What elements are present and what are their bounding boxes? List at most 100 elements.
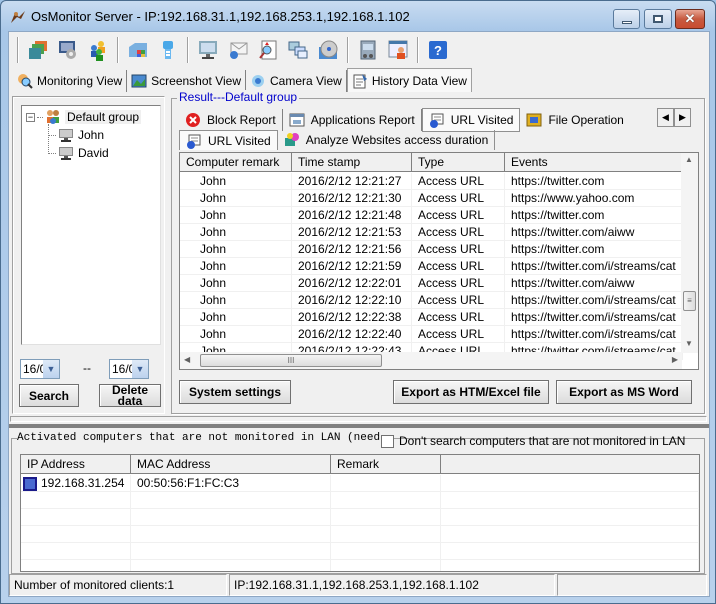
column-header-mac-address[interactable]: MAC Address	[131, 455, 331, 474]
table-row[interactable]	[21, 509, 699, 526]
date-from-picker[interactable]: 16/02 ▼	[20, 359, 60, 379]
tab-label: Analyze Websites access duration	[305, 133, 489, 147]
chevron-down-icon[interactable]: ▼	[132, 360, 148, 378]
windows-icon[interactable]	[25, 37, 51, 63]
export-htm-excel-button[interactable]: Export as HTM/Excel file	[393, 380, 549, 404]
table-row[interactable]	[21, 543, 699, 560]
column-header-type[interactable]: Type	[412, 153, 505, 172]
tab-history-data-view[interactable]: History Data View	[346, 68, 472, 92]
horizontal-scrollbar[interactable]: ◀ III ▶	[180, 352, 682, 369]
arrow-left-icon: ◀	[662, 112, 669, 122]
maximize-button[interactable]	[644, 9, 672, 29]
tab-applications-report[interactable]: Applications Report	[283, 109, 422, 131]
scroll-left-icon[interactable]: ◀	[184, 355, 190, 364]
table-row[interactable]: John 2016/2/12 12:21:30 Access URL https://…	[180, 190, 683, 207]
system-settings-button[interactable]: System settings	[179, 380, 291, 404]
tab-label: Applications Report	[310, 113, 415, 127]
table-cell: John	[180, 190, 292, 207]
table-row[interactable]: John 2016/2/12 12:22:01 Access URL https://…	[180, 275, 683, 292]
table-cell: John	[180, 207, 292, 224]
tab-monitoring-view[interactable]: Monitoring View	[13, 70, 128, 92]
scroll-right-icon[interactable]: ▶	[672, 355, 678, 364]
group-tree[interactable]: − Default group John David	[21, 105, 161, 345]
table-row[interactable]: John 2016/2/12 12:21:48 Access URL https://…	[180, 207, 683, 224]
column-header-time-stamp[interactable]: Time stamp	[292, 153, 412, 172]
tree-node-john[interactable]: John	[48, 126, 104, 144]
monitor-icon[interactable]	[195, 37, 221, 63]
table-row[interactable]: John 2016/2/12 12:22:10 Access URL https://…	[180, 292, 683, 309]
minimize-button[interactable]	[613, 9, 640, 29]
tree-node-default-group[interactable]: − Default group	[26, 108, 142, 126]
column-header-remark[interactable]: Remark	[331, 455, 441, 474]
users-icon[interactable]	[85, 37, 111, 63]
splitter-bar[interactable]	[10, 416, 707, 422]
table-cell: John	[180, 309, 292, 326]
tab-screenshot-view[interactable]: Screenshot View	[127, 70, 246, 92]
table-row[interactable]: 192.168.31.254 00:50:56:F1:FC:C3	[21, 475, 699, 492]
sub-tabs: URL Visited Analyze Websites access dura…	[179, 130, 496, 152]
table-cell: John	[180, 173, 292, 190]
subtab-url-visited[interactable]: URL Visited	[179, 130, 278, 150]
application-window-icon	[289, 113, 305, 127]
table-row[interactable]	[21, 526, 699, 543]
table-row[interactable]: John 2016/2/12 12:21:53 Access URL https://…	[180, 224, 683, 241]
tab-scroll-left-button[interactable]: ◀	[657, 108, 674, 127]
table-row[interactable]: John 2016/2/12 12:22:38 Access URL https://…	[180, 309, 683, 326]
scroll-down-icon[interactable]: ▼	[685, 339, 693, 348]
scroll-thumb[interactable]: III	[200, 354, 382, 367]
scroll-thumb[interactable]: ≡	[683, 291, 696, 311]
mail-icon[interactable]	[225, 37, 251, 63]
tab-camera-view[interactable]: Camera View	[246, 70, 347, 92]
tab-block-report[interactable]: Block Report	[179, 109, 283, 131]
disc-icon[interactable]	[315, 37, 341, 63]
table-cell: John	[180, 326, 292, 343]
column-header-computer-remark[interactable]: Computer remark	[180, 153, 292, 172]
tab-label: Screenshot View	[151, 74, 241, 88]
collapse-icon[interactable]: −	[26, 112, 35, 122]
column-header-ip-address[interactable]: IP Address	[21, 455, 131, 474]
table-cell	[131, 543, 331, 560]
table-row[interactable]	[21, 560, 699, 571]
table-row[interactable]: John 2016/2/12 12:21:27 Access URL https://…	[180, 173, 683, 190]
usb-key-icon[interactable]	[155, 37, 181, 63]
status-extra	[557, 574, 707, 596]
table-row[interactable]: John 2016/2/12 12:22:40 Access URL https://…	[180, 326, 683, 343]
dont-search-checkbox[interactable]: Don't search computers that are not moni…	[381, 434, 685, 448]
url-visited-table[interactable]: Computer remark Time stamp Type Events J…	[179, 152, 699, 370]
toolbar-separator	[417, 37, 419, 63]
notebook-icon[interactable]	[355, 37, 381, 63]
column-header-events[interactable]: Events	[505, 153, 683, 172]
computer-settings-icon[interactable]	[55, 37, 81, 63]
title-bar[interactable]: OsMonitor Server - IP:192.168.31.1,192.1…	[1, 1, 715, 31]
notepad-icon	[353, 73, 367, 88]
chevron-down-icon[interactable]: ▼	[43, 360, 59, 378]
vertical-scrollbar[interactable]: ▲ ≡ ▼	[681, 153, 698, 353]
help-icon[interactable]: ?	[425, 37, 451, 63]
column-header-empty[interactable]	[441, 455, 699, 474]
table-row[interactable]: John 2016/2/12 12:21:56 Access URL https://…	[180, 241, 683, 258]
tab-scroll-right-button[interactable]: ▶	[674, 108, 691, 127]
subtab-analyze-websites[interactable]: Analyze Websites access duration	[278, 130, 496, 150]
table-cell	[331, 492, 441, 509]
toolbar-separator	[117, 37, 119, 63]
delete-data-button[interactable]: Delete data	[99, 384, 161, 407]
close-button[interactable]: ✕	[675, 9, 705, 29]
folder-apps-icon[interactable]	[125, 37, 151, 63]
date-to-picker[interactable]: 16/02 ▼	[109, 359, 149, 379]
search-button[interactable]: Search	[19, 384, 79, 407]
table-row[interactable]	[21, 492, 699, 509]
export-ms-word-button[interactable]: Export as MS Word	[556, 380, 692, 404]
toolbar-separator	[17, 37, 19, 63]
user-report-icon[interactable]	[385, 37, 411, 63]
ie-page-icon	[429, 113, 444, 128]
document-search-icon[interactable]	[255, 37, 281, 63]
table-cell: Access URL	[412, 224, 505, 241]
tab-file-operation[interactable]: File Operation	[520, 109, 629, 131]
checkbox-box[interactable]	[381, 434, 394, 448]
table-row[interactable]: John 2016/2/12 12:21:59 Access URL https://…	[180, 258, 683, 275]
lan-computers-table[interactable]: IP Address MAC Address Remark 192.168.31…	[20, 454, 700, 572]
tab-url-visited[interactable]: URL Visited	[421, 108, 521, 132]
screens-icon[interactable]	[285, 37, 311, 63]
tree-node-david[interactable]: David	[48, 144, 109, 162]
scroll-up-icon[interactable]: ▲	[685, 155, 693, 164]
